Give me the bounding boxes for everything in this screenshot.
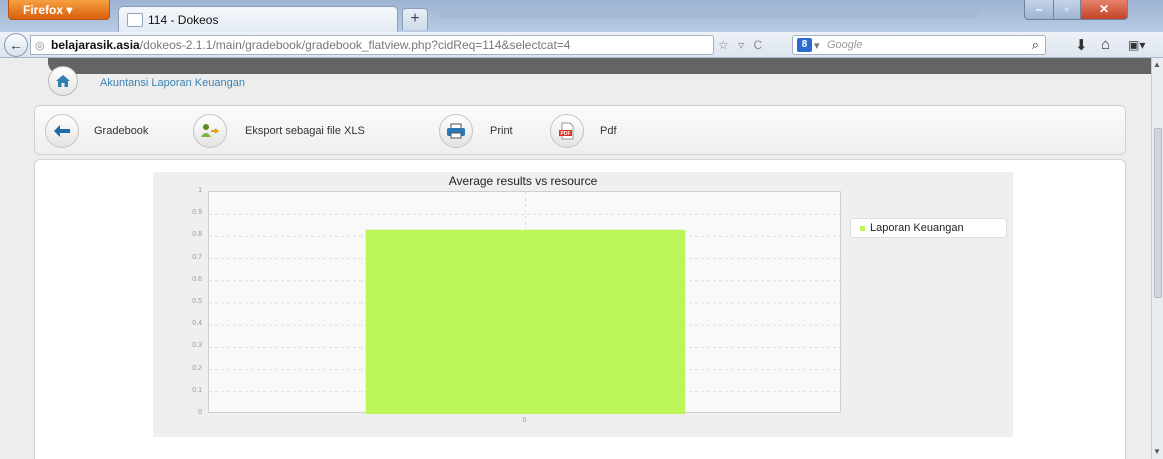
bookmarks-menu-icon[interactable]: ▣▾ bbox=[1128, 38, 1145, 52]
new-tab-button[interactable]: + bbox=[402, 8, 428, 30]
course-title-link[interactable]: Akuntansi Laporan Keuangan bbox=[100, 77, 245, 89]
url-host: belajarasik.asia bbox=[51, 38, 140, 52]
gradebook-back-button[interactable] bbox=[45, 114, 79, 148]
home-icon[interactable]: ⌂ bbox=[1101, 36, 1110, 53]
search-input[interactable]: 8 ▾ Google ⌕ bbox=[792, 35, 1046, 55]
search-engine-dropdown[interactable]: ▾ bbox=[814, 39, 820, 52]
background-window-strip bbox=[440, 10, 980, 18]
y-tick-label: 0 bbox=[198, 409, 202, 416]
svg-text:PDF: PDF bbox=[561, 131, 571, 137]
download-arrow-icon[interactable]: ⬇ bbox=[1075, 36, 1088, 54]
y-tick-label: 0.6 bbox=[192, 275, 202, 283]
legend-label: Laporan Keuangan bbox=[870, 222, 964, 234]
url-path: /dokeos-2.1.1/main/gradebook/gradebook_f… bbox=[139, 38, 571, 52]
chart-bar bbox=[365, 229, 686, 414]
tab-title: 114 - Dokeos bbox=[148, 13, 219, 27]
pdf-label[interactable]: Pdf bbox=[600, 125, 617, 137]
export-xls-label[interactable]: Eksport sebagai file XLS bbox=[245, 125, 365, 137]
page-favicon-icon bbox=[127, 13, 143, 27]
search-engine-icon[interactable]: 8 bbox=[797, 38, 812, 52]
pdf-button[interactable]: PDF bbox=[550, 114, 584, 148]
url-controls[interactable]: ☆ ▿ C bbox=[718, 38, 765, 52]
chart-legend: Laporan Keuangan bbox=[850, 218, 1007, 238]
minimize-button[interactable]: – bbox=[1024, 0, 1054, 20]
print-button[interactable] bbox=[439, 114, 473, 148]
y-tick-label: 0.1 bbox=[192, 386, 202, 394]
header-strip bbox=[48, 58, 1151, 74]
back-arrow-icon[interactable]: ← bbox=[4, 33, 28, 57]
chart-title: Average results vs resource bbox=[448, 174, 598, 188]
printer-icon bbox=[447, 123, 465, 139]
y-tick-label: 0.2 bbox=[192, 364, 202, 372]
back-arrow-icon bbox=[54, 125, 70, 137]
gradebook-toolbar: Gradebook Eksport sebagai file XLS Print… bbox=[34, 105, 1126, 155]
scroll-up-arrow-icon[interactable]: ▲ bbox=[1153, 60, 1162, 70]
plot-svg bbox=[209, 192, 842, 414]
maximize-button[interactable]: ▫ bbox=[1053, 0, 1081, 20]
y-tick-label: 0.3 bbox=[192, 342, 202, 350]
course-home-button[interactable] bbox=[48, 66, 78, 96]
scroll-thumb[interactable] bbox=[1154, 128, 1162, 298]
pdf-file-icon: PDF bbox=[559, 122, 574, 140]
page-viewport: Akuntansi Laporan Keuangan Gradebook Eks… bbox=[0, 58, 1151, 459]
users-export-icon bbox=[201, 124, 220, 137]
y-tick-label: 0.9 bbox=[192, 209, 202, 217]
gradebook-label[interactable]: Gradebook bbox=[94, 125, 148, 137]
results-chart: Average results vs resource 0 0.1 0.2 0.3 0.… bbox=[153, 172, 1013, 437]
y-tick-label: 0.5 bbox=[192, 298, 202, 305]
plot-area bbox=[208, 191, 842, 414]
close-window-button[interactable]: ✕ bbox=[1080, 0, 1128, 20]
page-scrollbar[interactable]: ▲ ▼ bbox=[1151, 58, 1163, 459]
y-tick-label: 1 bbox=[198, 187, 202, 194]
export-xls-button[interactable] bbox=[193, 114, 227, 148]
scroll-down-arrow-icon[interactable]: ▼ bbox=[1153, 447, 1162, 457]
firefox-menu-button[interactable]: Firefox ▾ bbox=[8, 0, 110, 20]
print-label[interactable]: Print bbox=[490, 125, 513, 137]
search-placeholder: Google bbox=[827, 39, 863, 51]
browser-navbar: ← ◎ belajarasik.asia/dokeos-2.1.1/main/g… bbox=[0, 32, 1163, 58]
y-tick-label: 0.4 bbox=[192, 320, 202, 328]
search-go-icon[interactable]: ⌕ bbox=[1032, 37, 1039, 53]
house-icon bbox=[56, 75, 70, 87]
x-tick-label: 0 bbox=[522, 417, 527, 424]
globe-icon: ◎ bbox=[35, 40, 45, 52]
legend-swatch bbox=[860, 225, 865, 231]
tab-dokeos[interactable]: 114 - Dokeos bbox=[118, 6, 398, 32]
y-tick-label: 0.7 bbox=[192, 253, 202, 261]
y-tick-label: 0.8 bbox=[192, 231, 202, 239]
browser-titlebar: Firefox ▾ 114 - Dokeos + – ▫ ✕ bbox=[0, 0, 1163, 32]
url-bar[interactable]: ◎ belajarasik.asia/dokeos-2.1.1/main/gra… bbox=[30, 35, 714, 55]
